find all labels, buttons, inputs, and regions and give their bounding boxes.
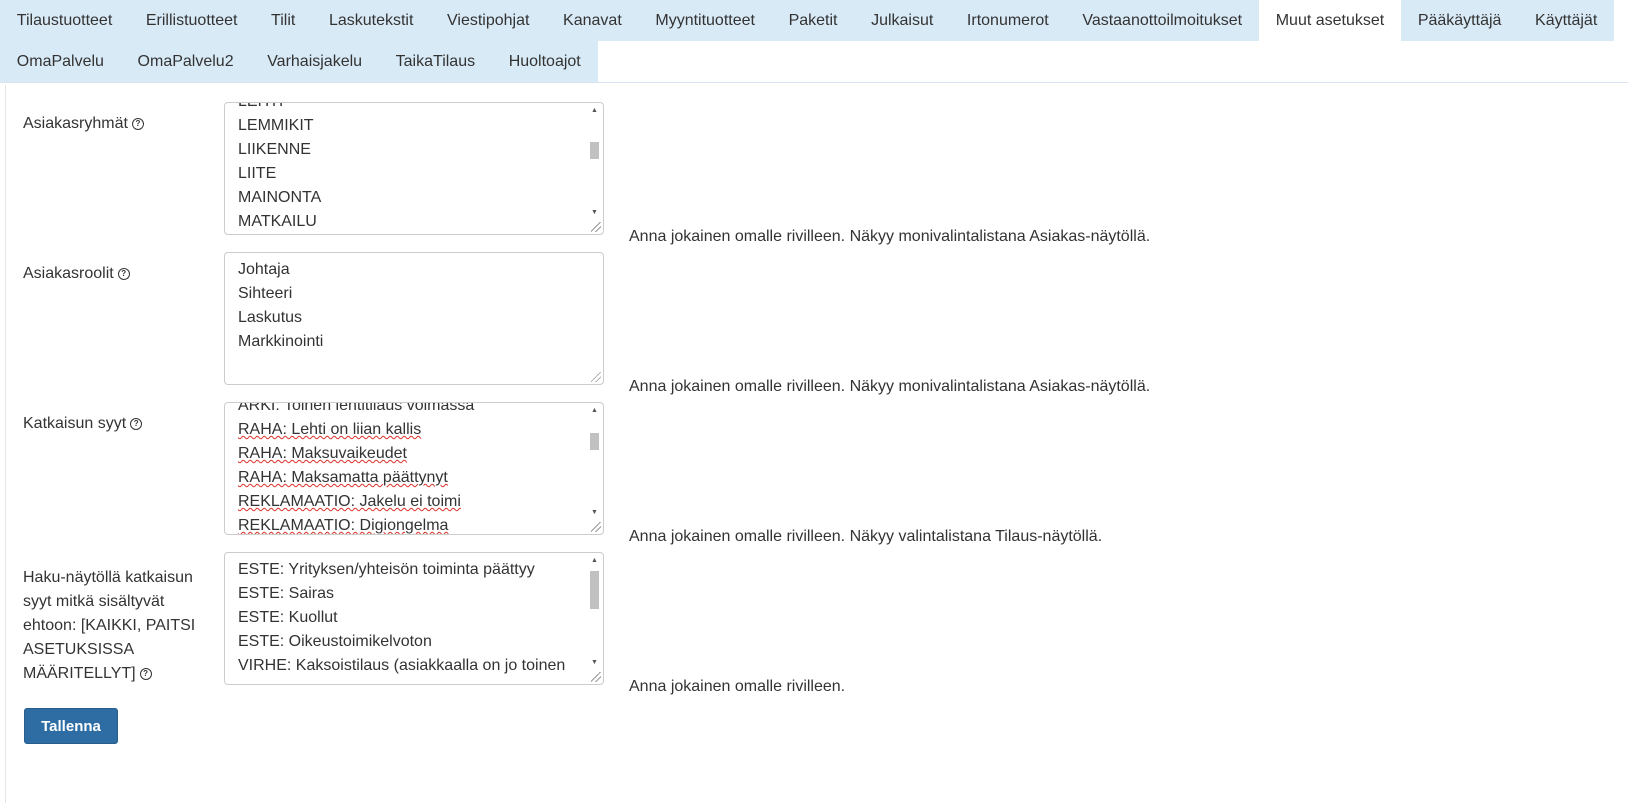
field-label-asiakasryhmat: Asiakasryhmät? <box>23 112 144 136</box>
scroll-up-arrow-icon[interactable]: ▲ <box>587 404 602 418</box>
scroll-up-arrow-icon[interactable]: ▲ <box>587 104 602 118</box>
tab-bar: Tilaustuotteet Erillistuotteet Tilit Las… <box>0 0 1628 83</box>
tab-huoltoajot[interactable]: Huoltoajot <box>491 41 598 82</box>
field-hint: Anna jokainen omalle rivilleen. Näkyy mo… <box>629 228 1151 245</box>
tab-laskutekstit[interactable]: Laskutekstit <box>312 0 431 41</box>
textarea-line: ARKI: Toinen lehtitilaus voimassa <box>238 402 475 414</box>
textarea-line: LEHTI <box>238 103 583 114</box>
resize-grip-icon[interactable] <box>591 222 601 232</box>
tab-kanavat[interactable]: Kanavat <box>546 0 639 41</box>
tab-myyntituotteet[interactable]: Myyntituotteet <box>638 0 772 41</box>
scrollbar-thumb[interactable] <box>590 571 599 609</box>
textarea-line: Johtaja <box>238 261 290 278</box>
help-icon[interactable]: ? <box>117 267 130 280</box>
textarea-line: ESTE: Sairas <box>238 585 335 602</box>
textarea-line: LEMMIKIT <box>238 117 314 134</box>
save-button[interactable]: Tallenna <box>24 708 118 744</box>
asiakasryhmat-textarea[interactable]: LEHTI LEMMIKIT LIIKENNE LIITE MAINONTA M… <box>224 102 604 235</box>
textarea-line: Laskutus <box>238 309 303 326</box>
textarea-line: RAHA: Lehti on liian kallis <box>238 421 422 438</box>
tab-julkaisut[interactable]: Julkaisut <box>854 0 951 41</box>
tab-viestipohjat[interactable]: Viestipohjat <box>430 0 547 41</box>
textarea-scrollbar[interactable]: ▲ ▼ <box>587 554 602 670</box>
textarea-line: Markkinointi <box>238 333 324 350</box>
field-label-text: Asiakasroolit <box>23 265 114 282</box>
textarea-scrollbar[interactable]: ▲ ▼ <box>587 404 602 520</box>
tab-irtonumerot[interactable]: Irtonumerot <box>950 0 1066 41</box>
field-label-text: Asiakasryhmät <box>23 115 128 132</box>
tab-omapalvelu[interactable]: OmaPalvelu <box>0 41 121 82</box>
tab-varhaisjakelu[interactable]: Varhaisjakelu <box>250 41 379 82</box>
tab-paakayttaja[interactable]: Pääkäyttäjä <box>1401 0 1519 41</box>
help-icon[interactable]: ? <box>139 667 152 680</box>
tab-row-2: OmaPalvelu OmaPalvelu2 Varhaisjakelu Tai… <box>0 41 1628 82</box>
field-label-haku-katkaisun-syyt: Haku-näytöllä katkaisun syyt mitkä sisäl… <box>23 566 203 686</box>
field-label-asiakasroolit: Asiakasroolit? <box>23 262 130 286</box>
resize-grip-icon[interactable] <box>591 372 601 382</box>
field-hint: Anna jokainen omalle rivilleen. <box>629 678 846 695</box>
tab-row-filler <box>1614 0 1628 41</box>
tab-tilaustuotteet[interactable]: Tilaustuotteet <box>0 0 130 41</box>
tab-tilit[interactable]: Tilit <box>254 0 313 41</box>
tab-muut-asetukset[interactable]: Muut asetukset <box>1258 0 1402 41</box>
katkaisun-syyt-textarea[interactable]: ARKI: Toinen lehtitilaus voimassa RAHA: … <box>224 402 604 535</box>
resize-grip-icon[interactable] <box>591 672 601 682</box>
haku-katkaisun-syyt-textarea[interactable]: ESTE: Yrityksen/yhteisön toiminta päätty… <box>224 552 604 685</box>
resize-grip-icon[interactable] <box>591 522 601 532</box>
textarea-line: MAINONTA <box>238 189 322 206</box>
textarea-line: RAHA: Maksamatta päättynyt <box>238 469 448 486</box>
field-label-text: Haku-näytöllä katkaisun syyt mitkä sisäl… <box>23 569 196 682</box>
scrollbar-thumb[interactable] <box>590 433 599 450</box>
tab-erillistuotteet[interactable]: Erillistuotteet <box>129 0 255 41</box>
textarea-line: Sihteeri <box>238 285 293 302</box>
field-hint: Anna jokainen omalle rivilleen. Näkyy mo… <box>629 378 1151 395</box>
scrollbar-thumb[interactable] <box>590 142 599 159</box>
asiakasroolit-textarea[interactable]: Johtaja Sihteeri Laskutus Markkinointi <box>224 252 604 385</box>
textarea-line: ESTE: Yrityksen/yhteisön toiminta päätty… <box>238 561 535 578</box>
scroll-up-arrow-icon[interactable]: ▲ <box>587 554 602 568</box>
settings-form: Asiakasryhmät? LEHTI LEMMIKIT LIIKENNE L… <box>5 85 1629 803</box>
textarea-line: MATKAILU <box>238 213 317 230</box>
scroll-down-arrow-icon[interactable]: ▼ <box>587 506 602 520</box>
field-label-katkaisun-syyt: Katkaisun syyt? <box>23 412 143 436</box>
textarea-line: REKLAMAATIO: Jakelu ei toimi <box>238 493 461 510</box>
textarea-scrollbar[interactable]: ▲ ▼ <box>587 104 602 220</box>
scroll-down-arrow-icon[interactable]: ▼ <box>587 656 602 670</box>
textarea-line: REKLAMAATIO: Digiongelma <box>238 517 449 534</box>
textarea-line: LIITE <box>238 165 277 182</box>
tab-vastaanottoilmoitukset[interactable]: Vastaanottoilmoitukset <box>1065 0 1259 41</box>
help-icon[interactable]: ? <box>130 417 143 430</box>
textarea-line: ESTE: Kuollut <box>238 609 338 626</box>
textarea-line: ESTE: Oikeustoimikelvoton <box>238 633 432 650</box>
tab-row-filler <box>597 41 1628 82</box>
textarea-line: RAHA: Maksuvaikeudet <box>238 445 407 462</box>
textarea-line: VIRHE: Kaksoistilaus (asiakkaalla on jo … <box>238 657 566 674</box>
textarea-line: LIIKENNE <box>238 141 311 158</box>
tab-omapalvelu2[interactable]: OmaPalvelu2 <box>120 41 251 82</box>
scroll-down-arrow-icon[interactable]: ▼ <box>587 206 602 220</box>
field-hint: Anna jokainen omalle rivilleen. Näkyy va… <box>629 528 1103 545</box>
tab-kayttajat[interactable]: Käyttäjät <box>1518 0 1615 41</box>
field-label-text: Katkaisun syyt <box>23 415 127 432</box>
tab-row-1: Tilaustuotteet Erillistuotteet Tilit Las… <box>0 0 1628 41</box>
tab-paketit[interactable]: Paketit <box>771 0 855 41</box>
tab-taikatilaus[interactable]: TaikaTilaus <box>378 41 492 82</box>
help-icon[interactable]: ? <box>131 117 144 130</box>
